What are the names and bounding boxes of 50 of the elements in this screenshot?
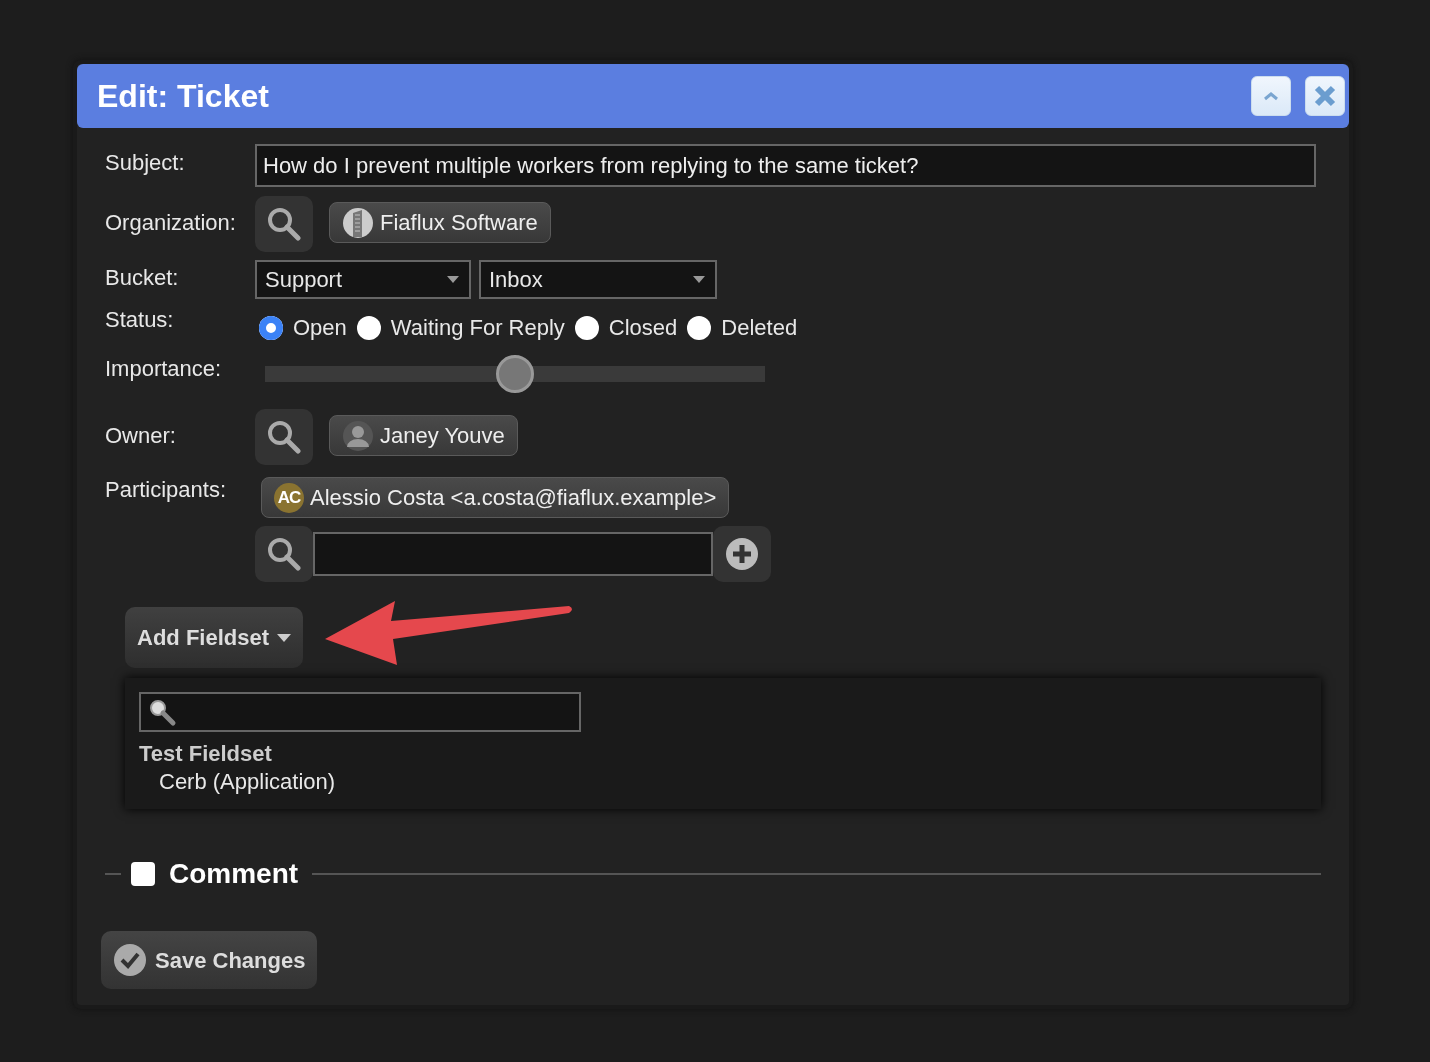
close-button[interactable]	[1305, 76, 1345, 116]
field-label: Organization:	[105, 209, 237, 237]
participant-chip[interactable]: AC Alessio Costa <a.costa@fiaflux.example>	[261, 477, 730, 518]
organization-chip[interactable]: Fiaflux Software	[329, 202, 551, 243]
radio-label[interactable]: Closed	[608, 311, 678, 344]
participant-field[interactable]	[313, 532, 713, 576]
field-label: Status:	[105, 307, 175, 334]
initials-avatar: AC	[274, 482, 304, 513]
building-icon	[342, 206, 374, 239]
search-button[interactable]	[255, 409, 313, 465]
close-icon	[1314, 85, 1336, 107]
slider-thumb[interactable]	[496, 355, 534, 393]
group-select[interactable]: Support	[255, 260, 471, 299]
field-label: Subject:	[105, 149, 186, 177]
menu-item-subtitle: Cerb (Application)	[158, 767, 337, 795]
comment-checkbox[interactable]	[131, 862, 155, 886]
radio-button[interactable]	[574, 315, 599, 340]
comment-label[interactable]: Comment	[169, 853, 299, 895]
caret-icon	[447, 276, 459, 283]
avatar-icon	[342, 419, 374, 452]
subject-field[interactable]: How do I prevent multiple workers from replying to the same ticket?	[255, 144, 1316, 187]
add-button[interactable]	[713, 526, 771, 582]
save-button[interactable]: Save Changes	[101, 931, 318, 989]
bucket-select[interactable]: Inbox	[479, 260, 717, 299]
search-icon	[267, 537, 301, 571]
menu-search-field[interactable]	[139, 692, 581, 732]
check-icon	[113, 943, 147, 977]
menu-item-title[interactable]: Test Fieldset	[139, 740, 1307, 768]
radio-label[interactable]: Waiting For Reply	[390, 311, 565, 344]
radio-button[interactable]	[356, 315, 381, 340]
add-fieldset-button[interactable]: Add Fieldset	[125, 607, 303, 668]
radio-label[interactable]: Deleted	[721, 311, 798, 344]
caret-icon	[277, 633, 291, 642]
radio-label[interactable]: Open	[293, 311, 347, 344]
search-icon	[267, 420, 301, 454]
caret-icon	[693, 276, 705, 283]
field-label: Owner:	[105, 422, 177, 450]
window-title: Edit: Ticket	[97, 77, 270, 116]
search-icon	[147, 697, 177, 727]
radio-button[interactable]	[259, 315, 283, 340]
radio-button[interactable]	[687, 315, 712, 340]
field-label: Importance:	[105, 356, 223, 383]
caret-up-icon	[1263, 91, 1279, 101]
field-label: Participants:	[105, 477, 228, 504]
search-icon	[267, 207, 301, 241]
search-button[interactable]	[255, 526, 313, 582]
owner-chip[interactable]: Janey Youve	[329, 415, 518, 456]
search-button[interactable]	[255, 196, 313, 252]
plus-icon	[725, 537, 759, 571]
field-label: Bucket:	[105, 264, 180, 292]
